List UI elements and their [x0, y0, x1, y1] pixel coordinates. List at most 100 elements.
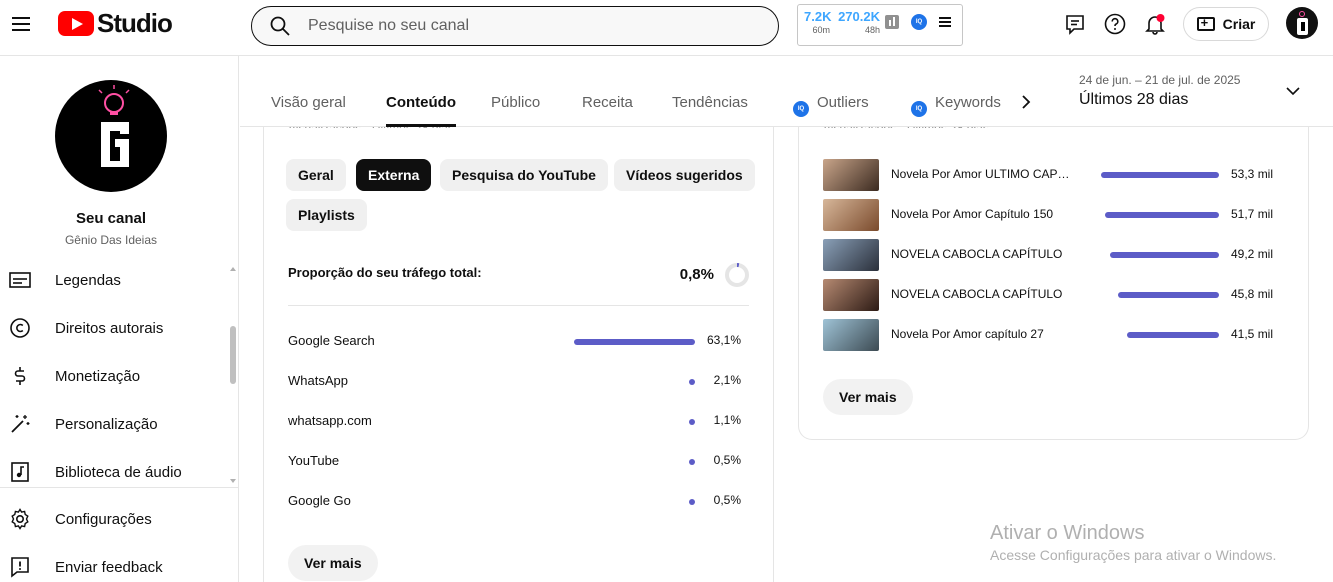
- search-icon[interactable]: [270, 16, 290, 36]
- chip-playlists[interactable]: Playlists: [286, 199, 367, 231]
- video-title[interactable]: Novela Por Amor Capítulo 150: [891, 207, 1071, 221]
- date-range[interactable]: 24 de jun. – 21 de jul. de 2025: [1079, 73, 1240, 87]
- studio-logo[interactable]: Studio: [58, 8, 173, 38]
- channel-name[interactable]: Seu canal: [0, 210, 222, 227]
- video-views-value: 49,2 mil: [1231, 247, 1274, 261]
- video-views-bar: [1101, 172, 1219, 178]
- create-video-icon: [1196, 15, 1215, 31]
- tab-visao-geral[interactable]: Visão geral: [271, 94, 346, 127]
- sidebar-item-monetizacao[interactable]: Monetização: [0, 356, 222, 396]
- tab-tendencias[interactable]: Tendências: [672, 94, 748, 127]
- traffic-more-button[interactable]: Ver mais: [288, 545, 378, 581]
- traffic-source-name: YouTube: [288, 453, 340, 468]
- traffic-source-bar: [689, 379, 695, 385]
- top-video-row[interactable]: Novela Por Amor capítulo 27 41,5 mil: [823, 319, 1284, 351]
- gear-icon: [11, 508, 29, 530]
- video-views-value: 41,5 mil: [1231, 327, 1274, 341]
- video-views-value: 45,8 mil: [1231, 287, 1274, 301]
- video-views-value: 53,3 mil: [1231, 167, 1274, 181]
- top-video-row[interactable]: NOVELA CABOCLA CAPÍTULO 45,8 mil: [823, 279, 1284, 311]
- chip-externa[interactable]: Externa: [356, 159, 432, 191]
- vidiq-stats-widget[interactable]: 7.2K 60m 270.2K 48h IQ: [797, 4, 963, 46]
- videos-more-button[interactable]: Ver mais: [823, 379, 913, 415]
- traffic-source-row[interactable]: YouTube 0,5%: [288, 450, 749, 470]
- sidebar-divider: [0, 487, 238, 488]
- sidebar-item-enviar-feedback[interactable]: Enviar feedback: [0, 547, 222, 582]
- scroll-up-arrow-icon[interactable]: [230, 267, 236, 271]
- video-thumbnail[interactable]: [823, 319, 879, 351]
- top-video-row[interactable]: Novela Por Amor ULTIMO CAPÍTULO 53,3 mil: [823, 159, 1284, 191]
- traffic-source-percent: 1,1%: [713, 413, 741, 427]
- divider: [288, 305, 749, 306]
- help-icon[interactable]: [1103, 12, 1127, 36]
- video-title[interactable]: NOVELA CABOCLA CAPÍTULO: [891, 247, 1071, 261]
- video-thumbnail[interactable]: [823, 239, 879, 271]
- video-thumbnail[interactable]: [823, 199, 879, 231]
- traffic-source-percent: 0,5%: [713, 493, 741, 507]
- feedback-icon: [11, 557, 29, 578]
- sidebar-item-configuracoes[interactable]: Configurações: [0, 499, 222, 539]
- search-input[interactable]: [308, 17, 748, 35]
- comment-icon[interactable]: [1063, 12, 1087, 36]
- video-views-bar: [1117, 292, 1219, 298]
- chevron-down-icon[interactable]: [1286, 86, 1300, 96]
- tab-keywords[interactable]: IQ Keywords: [911, 94, 1001, 127]
- bar-chart-icon[interactable]: [885, 15, 899, 29]
- traffic-source-name: Google Go: [288, 493, 351, 508]
- tab-conteudo[interactable]: Conteúdo: [386, 94, 456, 127]
- traffic-source-row[interactable]: Google Go 0,5%: [288, 490, 749, 510]
- scroll-down-arrow-icon[interactable]: [230, 479, 236, 483]
- vidiq-icon[interactable]: IQ: [911, 14, 927, 30]
- traffic-source-bar: [689, 419, 695, 425]
- traffic-source-bar: [689, 499, 695, 505]
- video-title[interactable]: Novela Por Amor capítulo 27: [891, 327, 1071, 341]
- chip-videos-sugeridos[interactable]: Vídeos sugeridos: [614, 159, 755, 191]
- video-title[interactable]: Novela Por Amor ULTIMO CAPÍTULO: [891, 167, 1071, 181]
- create-button[interactable]: Criar: [1183, 7, 1269, 41]
- magic-wand-icon: [11, 415, 30, 433]
- traffic-source-bar: [574, 339, 695, 345]
- top-video-row[interactable]: Novela Por Amor Capítulo 150 51,7 mil: [823, 199, 1284, 231]
- video-views-value: 51,7 mil: [1231, 207, 1274, 221]
- top-video-row[interactable]: NOVELA CABOCLA CAPÍTULO 49,2 mil: [823, 239, 1284, 271]
- stat-views: 7.2K 60m: [804, 9, 832, 36]
- windows-activation-subtitle: Acesse Configurações para ativar o Windo…: [990, 547, 1277, 563]
- stat-hours: 270.2K 48h: [838, 9, 880, 36]
- video-views-bar: [1104, 212, 1219, 218]
- windows-activation-title: Ativar o Windows: [990, 522, 1145, 544]
- chip-geral[interactable]: Geral: [286, 159, 346, 191]
- video-thumbnail[interactable]: [823, 279, 879, 311]
- sidebar-scroll-thumb[interactable]: [230, 326, 236, 384]
- traffic-source-row[interactable]: WhatsApp 2,1%: [288, 370, 749, 390]
- search-bar[interactable]: [251, 6, 779, 46]
- traffic-source-row[interactable]: whatsapp.com 1,1%: [288, 410, 749, 430]
- tab-outliers[interactable]: IQ Outliers: [793, 94, 869, 127]
- traffic-source-name: WhatsApp: [288, 373, 348, 388]
- chevron-right-icon[interactable]: [1021, 94, 1031, 110]
- traffic-source-percent: 0,5%: [713, 453, 741, 467]
- menu-icon[interactable]: [939, 17, 951, 27]
- tab-publico[interactable]: Público: [491, 94, 540, 127]
- sidebar-item-legendas[interactable]: Legendas: [0, 260, 222, 300]
- channel-handle: Gênio Das Ideias: [64, 233, 158, 247]
- traffic-source-row[interactable]: Google Search 63,1%: [288, 330, 749, 350]
- video-views-bar: [1110, 252, 1219, 258]
- sidebar-item-biblioteca-de-audio[interactable]: Biblioteca de áudio: [0, 452, 222, 492]
- notification-bell-icon[interactable]: [1143, 12, 1167, 36]
- video-views-bar: [1127, 332, 1219, 338]
- audio-library-icon: [11, 462, 29, 482]
- traffic-source-bar: [689, 459, 695, 465]
- sidebar-item-personalizacao[interactable]: Personalização: [0, 404, 222, 444]
- hamburger-menu-icon[interactable]: [10, 12, 34, 36]
- vidiq-icon: IQ: [793, 101, 809, 117]
- channel-avatar[interactable]: [55, 80, 167, 192]
- avatar-g-icon: [1297, 11, 1308, 35]
- tab-receita[interactable]: Receita: [582, 94, 633, 127]
- chip-pesquisa-youtube[interactable]: Pesquisa do YouTube: [440, 159, 608, 191]
- account-avatar[interactable]: [1286, 7, 1318, 39]
- youtube-play-icon: [58, 10, 94, 36]
- date-period-label[interactable]: Últimos 28 dias: [1079, 91, 1188, 109]
- sidebar-item-direitos-autorais[interactable]: Direitos autorais: [0, 308, 222, 348]
- video-title[interactable]: NOVELA CABOCLA CAPÍTULO: [891, 287, 1071, 301]
- video-thumbnail[interactable]: [823, 159, 879, 191]
